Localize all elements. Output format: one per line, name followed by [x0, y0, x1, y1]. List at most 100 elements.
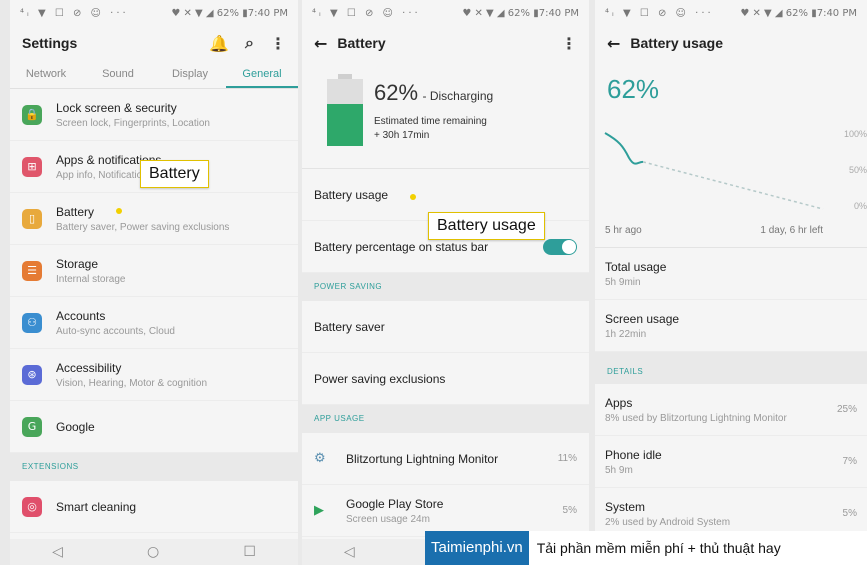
settings-item-subtitle: Vision, Hearing, Motor & cognition	[56, 377, 208, 389]
status-right: ♥ ✕ ▼ ◢ 62% ▮7:40 PM	[171, 7, 288, 19]
detail-title: Phone idle	[605, 447, 662, 462]
recents-icon[interactable]: ☐	[243, 544, 256, 560]
detail-title: System	[605, 499, 646, 514]
banner-tagline: Tải phần mềm miễn phí + thủ thuật hay	[536, 540, 781, 556]
search-icon[interactable]: ⌕	[245, 33, 254, 53]
settings-item-text: Storage Internal storage	[56, 257, 126, 285]
status-right: ♥ ✕ ▼ ◢ 62% ▮7:40 PM	[740, 7, 857, 19]
app-usage-item[interactable]: ⚙ Blitzortung Lightning Monitor 11%	[302, 433, 589, 485]
back-arrow-icon[interactable]: ←	[607, 34, 620, 53]
chart-time-axis: 5 hr ago 1 day, 6 hr left	[595, 225, 867, 248]
settings-item-smart-cleaning[interactable]: ◎ Smart cleaning	[10, 481, 298, 533]
settings-item-label: Google	[56, 419, 95, 434]
app-subtitle: Screen usage 24m	[346, 513, 430, 525]
estimated-remaining-value: + 30h 17min	[374, 130, 430, 141]
detail-row[interactable]: Phone idle 5h 9m 7%	[595, 436, 867, 488]
battery-gauge-icon	[327, 74, 363, 146]
battery-percent: 62%	[607, 74, 660, 104]
y-tick-label: 100%	[843, 129, 867, 139]
detail-subtitle: 8% used by Blitzortung Lightning Monitor	[605, 412, 787, 424]
settings-item-subtitle: Internal storage	[56, 273, 126, 285]
settings-item-accounts[interactable]: ⚇ Accounts Auto-sync accounts, Cloud	[10, 297, 298, 349]
battery-percent-line: 62% - Discharging	[374, 80, 493, 106]
power-saving-exclusions-label: Power saving exclusions	[314, 371, 446, 386]
battery-history-line	[604, 132, 644, 165]
settings-app-bar: Settings 🔔 ⌕ ⋮	[10, 26, 298, 60]
battery-callout: Battery	[140, 160, 209, 188]
battery-usage-screen: ⁴ᵢ ▼ ☐ ⊘ ☺ ··· ♥ ✕ ▼ ◢ 62% ▮7:40 PM ← Ba…	[595, 0, 867, 565]
y-tick-label: 0%	[853, 201, 867, 211]
battery-chart-svg	[604, 132, 824, 210]
more-options-icon[interactable]: ⋮	[561, 34, 577, 53]
detail-subtitle: 2% used by Android System	[605, 516, 731, 528]
back-icon[interactable]: ◁	[344, 544, 355, 560]
settings-item-text: Google	[56, 420, 95, 434]
y-tick-label: 50%	[848, 165, 867, 175]
battery-saver-item[interactable]: Battery saver	[302, 301, 589, 353]
watermark-banner: Taimienphi.vn Tải phần mềm miễn phí + th…	[425, 531, 867, 565]
nav-bar: ◁ ○ ☐	[10, 539, 298, 565]
more-options-icon[interactable]: ⋮	[270, 34, 286, 53]
settings-item-label: Accounts	[56, 308, 106, 323]
battery-app-bar: ← Battery ⋮	[302, 26, 589, 60]
tab-network[interactable]: Network	[10, 60, 82, 88]
page-title: Settings	[22, 35, 78, 51]
tab-general[interactable]: General	[226, 60, 298, 88]
accounts-icon: ⚇	[22, 312, 42, 333]
settings-item-subtitle: Auto-sync accounts, Cloud	[56, 325, 175, 337]
app-name: Blitzortung Lightning Monitor	[346, 451, 499, 466]
settings-item-storage[interactable]: ☰ Storage Internal storage	[10, 245, 298, 297]
detail-subtitle: 5h 9m	[605, 464, 633, 476]
settings-item-text: Battery Battery saver, Power saving exclu…	[56, 205, 229, 233]
battery-projection-line	[642, 161, 824, 210]
battery-usage-label: Battery usage	[314, 187, 389, 202]
tab-sound[interactable]: Sound	[82, 60, 154, 88]
usage-value: 5h 9min	[605, 276, 641, 288]
usage-row[interactable]: Screen usage 1h 22min	[595, 300, 867, 352]
settings-screen: ⁴ᵢ ▼ ☐ ⊘ ☺ ··· ♥ ✕ ▼ ◢ 62% ▮7:40 PM Sett…	[10, 0, 298, 565]
app-usage-item[interactable]: ▶ Google Play Store Screen usage 24m 5%	[302, 485, 589, 537]
settings-item-text: Accessibility Vision, Hearing, Motor & co…	[56, 361, 207, 389]
detail-row[interactable]: Apps 8% used by Blitzortung Lightning Mon…	[595, 384, 867, 436]
settings-item-battery[interactable]: ▯ Battery Battery saver, Power saving excl…	[10, 193, 298, 245]
notification-bell-icon[interactable]: 🔔	[209, 34, 229, 53]
status-right: ♥ ✕ ▼ ◢ 62% ▮7:40 PM	[462, 7, 579, 19]
tab-display[interactable]: Display	[154, 60, 226, 88]
detail-title: Apps	[605, 395, 633, 410]
battery-usage-callout: Battery usage	[428, 212, 545, 240]
settings-item-lock[interactable]: 🔒 Lock screen & security Screen lock, Fing…	[10, 89, 298, 141]
battery-percentage-toggle[interactable]	[543, 238, 577, 255]
usage-row[interactable]: Total usage 5h 9min	[595, 248, 867, 300]
settings-item-label: Accessibility	[56, 360, 122, 375]
callout-dot	[410, 194, 416, 200]
toggle-knob	[562, 239, 576, 254]
status-bar: ⁴ᵢ ▼ ☐ ⊘ ☺ ··· ♥ ✕ ▼ ◢ 62% ▮7:40 PM	[595, 0, 867, 26]
status-left: ⁴ᵢ ▼ ☐ ⊘ ☺ ···	[20, 7, 129, 19]
extensions-section-header: EXTENSIONS	[10, 453, 298, 481]
power-saving-exclusions-item[interactable]: Power saving exclusions	[302, 353, 589, 405]
home-icon[interactable]: ○	[147, 544, 159, 560]
settings-item-accessibility[interactable]: ⊛ Accessibility Vision, Hearing, Motor & c…	[10, 349, 298, 401]
settings-item-google[interactable]: G Google	[10, 401, 298, 453]
battery-screen: ⁴ᵢ ▼ ☐ ⊘ ☺ ··· ♥ ✕ ▼ ◢ 62% ▮7:40 PM ← Ba…	[302, 0, 589, 565]
app-name: Google Play Store	[346, 496, 444, 511]
usage-title: Screen usage	[605, 311, 680, 326]
app-usage-section-header: APP USAGE	[302, 405, 589, 433]
accessibility-icon: ⊛	[22, 364, 42, 385]
battery-state: - Discharging	[422, 89, 494, 103]
back-arrow-icon[interactable]: ←	[314, 34, 327, 53]
estimated-remaining-label: Estimated time remaining	[374, 116, 487, 127]
battery-percent: 62%	[374, 80, 419, 105]
settings-item-subtitle: Battery saver, Power saving exclusions	[56, 221, 230, 233]
settings-item-text: Accounts Auto-sync accounts, Cloud	[56, 309, 175, 337]
back-icon[interactable]: ◁	[52, 544, 63, 560]
detail-value: 5%	[842, 508, 857, 519]
apps-icon: ⊞	[22, 156, 42, 177]
settings-item-text: Lock screen & security Screen lock, Finge…	[56, 101, 210, 129]
battery-chart: 100% 50% 0%	[595, 105, 867, 225]
lightning-app-icon: ⚙	[314, 451, 326, 466]
app-usage-value: 5%	[562, 505, 577, 516]
usage-title: Total usage	[605, 259, 667, 274]
x-tick-label: 1 day, 6 hr left	[760, 225, 823, 236]
x-tick-label: 5 hr ago	[605, 225, 642, 236]
